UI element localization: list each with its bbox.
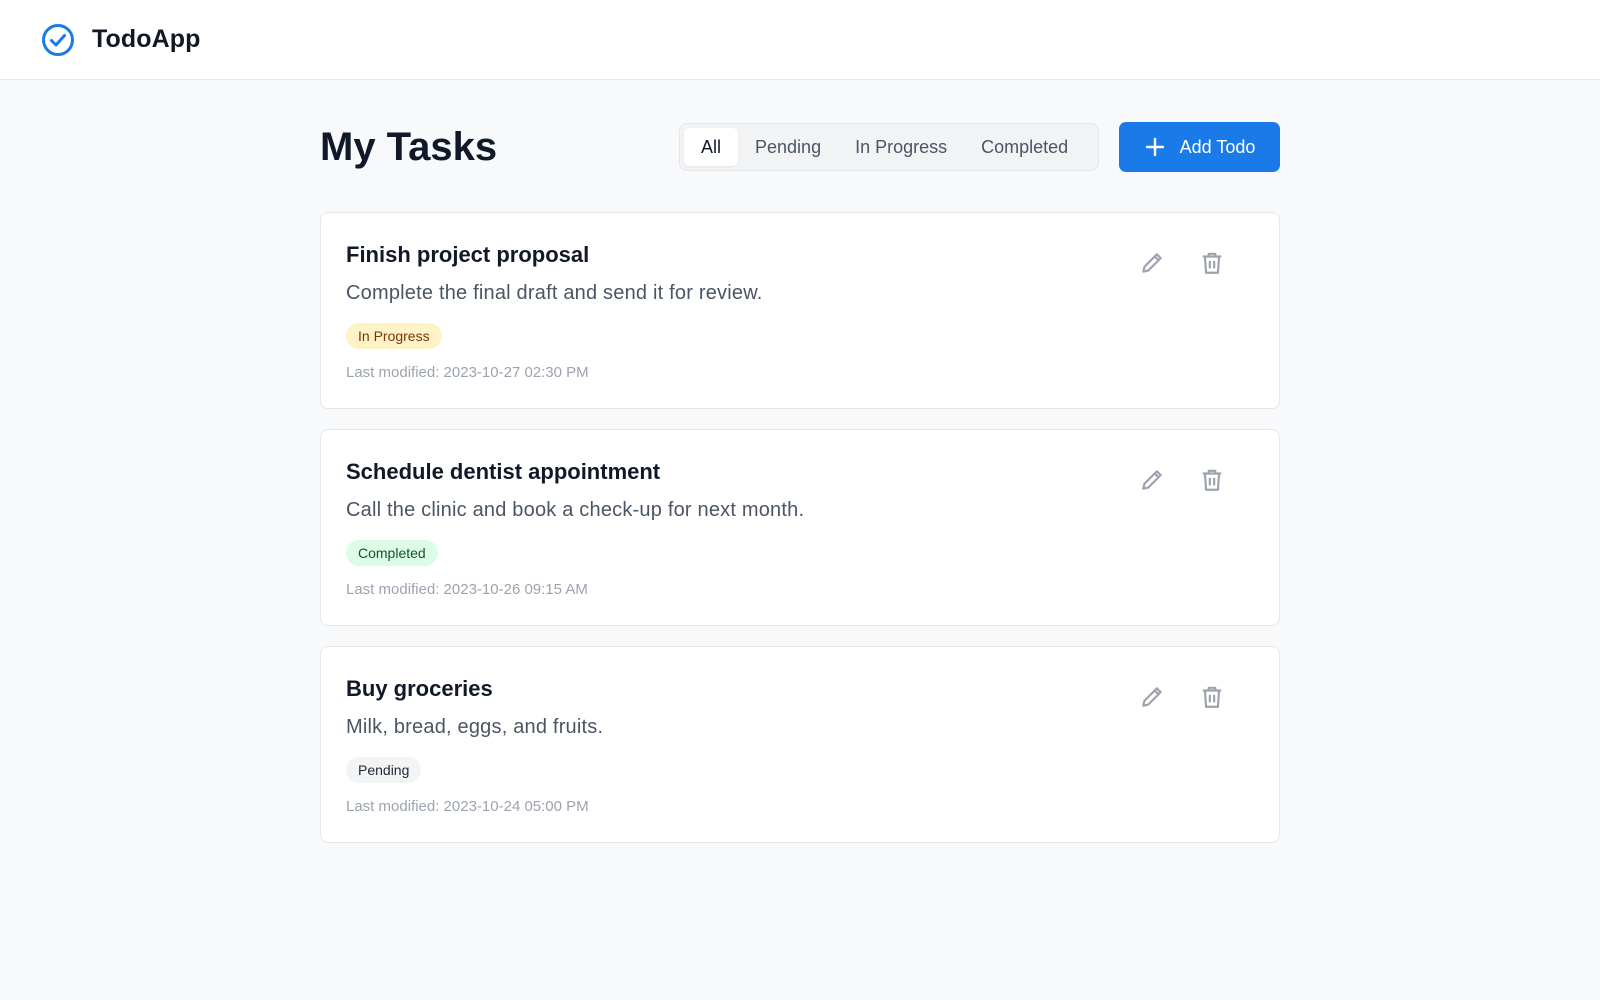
edit-button[interactable]: [1136, 247, 1168, 279]
delete-button[interactable]: [1196, 681, 1228, 713]
trash-icon: [1202, 686, 1222, 708]
main-content: My Tasks All Pending In Progress Complet…: [320, 122, 1280, 843]
pencil-icon: [1142, 470, 1162, 490]
task-description: Call the clinic and book a check-up for …: [346, 499, 805, 521]
task-list: Finish project proposal Complete the fin…: [320, 212, 1280, 863]
task-card: Buy groceries Milk, bread, eggs, and fru…: [320, 646, 1280, 843]
pencil-icon: [1142, 253, 1162, 273]
app-brand: TodoApp: [92, 25, 201, 53]
last-modified: Last modified: 2023-10-24 05:00 PM: [346, 798, 589, 815]
task-title: Finish project proposal: [346, 242, 590, 267]
top-bar: TodoApp: [0, 0, 1600, 80]
status-filter-tabs: All Pending In Progress Completed: [679, 123, 1099, 171]
filter-tab-pending[interactable]: Pending: [738, 128, 838, 166]
edit-button[interactable]: [1136, 464, 1168, 496]
plus-icon: [1145, 137, 1164, 157]
page-title: My Tasks: [320, 125, 498, 169]
task-description: Complete the final draft and send it for…: [346, 282, 763, 304]
task-title: Schedule dentist appointment: [346, 459, 661, 484]
task-card: Finish project proposal Complete the fin…: [320, 212, 1280, 409]
edit-button[interactable]: [1136, 681, 1168, 713]
status-badge: Pending: [346, 757, 422, 783]
status-badge: Completed: [346, 540, 438, 566]
add-todo-button[interactable]: Add Todo: [1119, 122, 1280, 172]
trash-icon: [1202, 469, 1222, 491]
check-circle-icon: [42, 23, 74, 56]
task-card: Schedule dentist appointment Call the cl…: [320, 429, 1280, 626]
task-description: Milk, bread, eggs, and fruits.: [346, 716, 604, 738]
task-title: Buy groceries: [346, 676, 493, 701]
filter-tab-in-progress[interactable]: In Progress: [838, 128, 964, 166]
trash-icon: [1202, 252, 1222, 274]
last-modified: Last modified: 2023-10-26 09:15 AM: [346, 581, 588, 598]
filter-tab-completed[interactable]: Completed: [964, 128, 1085, 166]
status-badge: In Progress: [346, 323, 442, 349]
filter-tab-all[interactable]: All: [684, 128, 739, 166]
pencil-icon: [1142, 687, 1162, 707]
delete-button[interactable]: [1196, 247, 1228, 279]
last-modified: Last modified: 2023-10-27 02:30 PM: [346, 364, 589, 381]
page-header: My Tasks All Pending In Progress Complet…: [320, 122, 1280, 172]
delete-button[interactable]: [1196, 464, 1228, 496]
add-todo-label: Add Todo: [1179, 136, 1256, 157]
